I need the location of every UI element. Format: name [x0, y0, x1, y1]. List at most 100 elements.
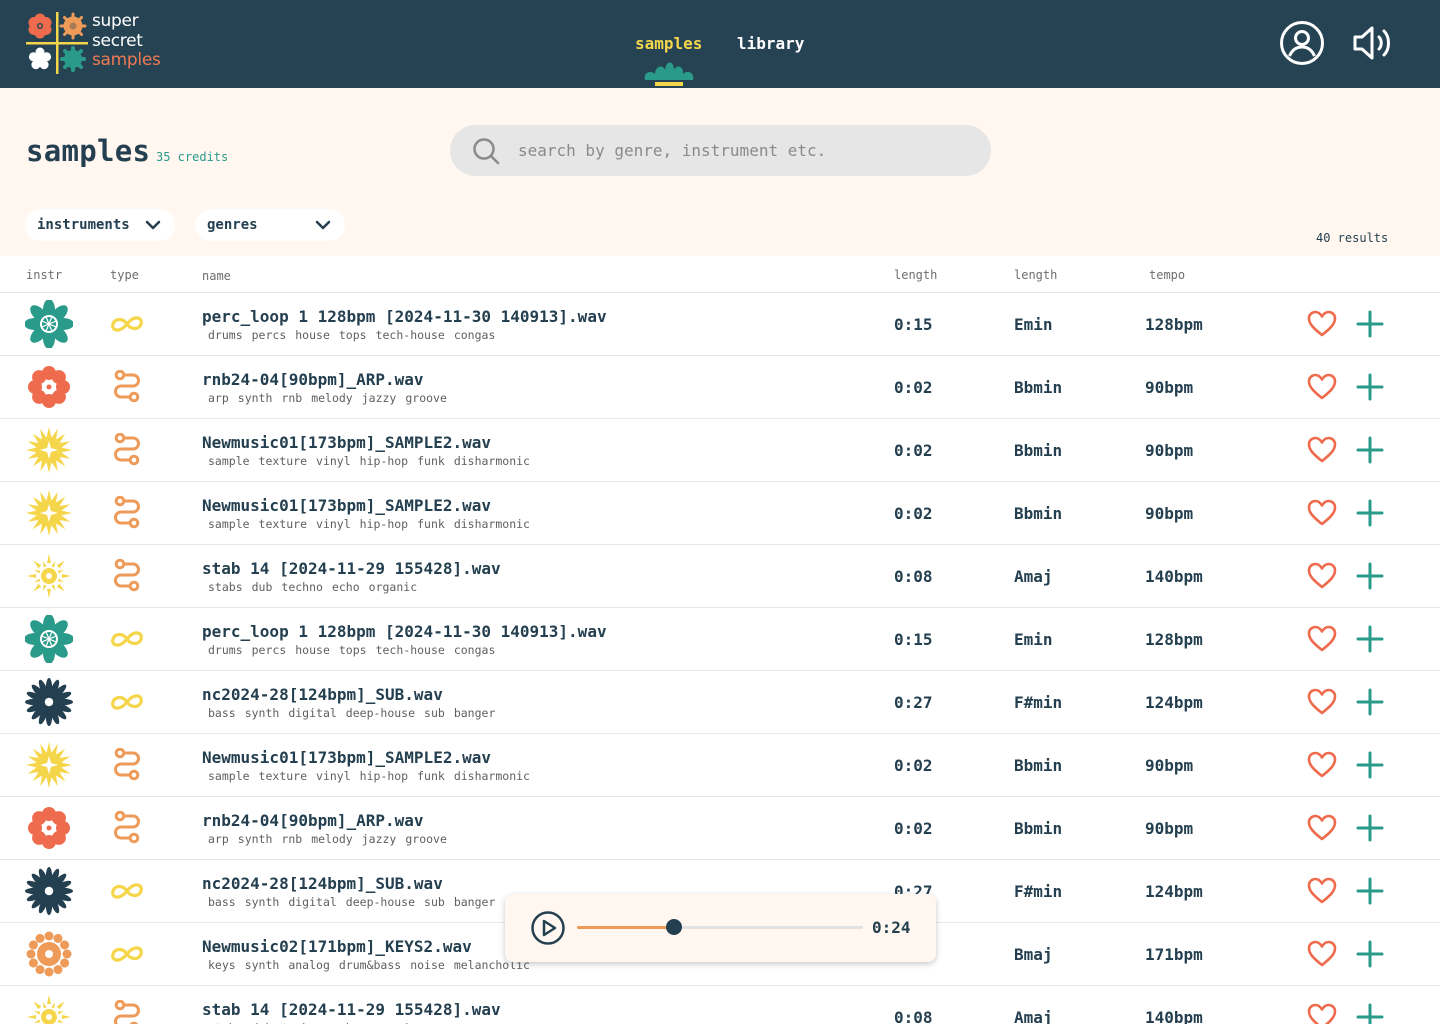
genres-dropdown[interactable]: genres [195, 209, 345, 241]
add-to-library-icon[interactable] [1356, 436, 1384, 464]
sample-tag[interactable]: house [295, 328, 330, 342]
sample-tag[interactable]: synth [245, 895, 280, 909]
add-to-library-icon[interactable] [1356, 625, 1384, 653]
sample-tag[interactable]: digital [288, 706, 336, 720]
add-to-library-icon[interactable] [1356, 562, 1384, 590]
sample-tag[interactable]: rnb [281, 391, 302, 405]
sample-tag[interactable]: arp [208, 832, 229, 846]
sample-tag[interactable]: deep-house [346, 706, 415, 720]
sample-tag[interactable]: synth [238, 832, 273, 846]
favorite-heart-icon[interactable] [1307, 1003, 1337, 1024]
favorite-heart-icon[interactable] [1307, 436, 1337, 464]
sample-tag[interactable]: texture [259, 769, 307, 783]
sample-tag[interactable]: jazzy [362, 391, 397, 405]
profile-icon[interactable] [1279, 20, 1325, 66]
volume-icon[interactable] [1350, 20, 1396, 66]
sample-tag[interactable]: vinyl [316, 769, 351, 783]
favorite-heart-icon[interactable] [1307, 625, 1337, 653]
sample-tag[interactable]: digital [288, 895, 336, 909]
sample-tag[interactable]: texture [259, 517, 307, 531]
sample-tag[interactable]: bass [208, 895, 236, 909]
add-to-library-icon[interactable] [1356, 940, 1384, 968]
favorite-heart-icon[interactable] [1307, 814, 1337, 842]
sample-tag[interactable]: banger [454, 706, 496, 720]
sample-name[interactable]: Newmusic02[171bpm]_KEYS2.wav [202, 937, 472, 956]
column-header-tempo[interactable]: tempo [1149, 268, 1185, 282]
sample-tag[interactable]: hip-hop [360, 454, 408, 468]
favorite-heart-icon[interactable] [1307, 373, 1337, 401]
sample-name[interactable]: rnb24-04[90bpm]_ARP.wav [202, 811, 424, 830]
column-header-length[interactable]: length [894, 268, 937, 282]
add-to-library-icon[interactable] [1356, 499, 1384, 527]
sample-name[interactable]: stab 14 [2024-11-29 155428].wav [202, 1000, 501, 1019]
table-row[interactable]: rnb24-04[90bpm]_ARP.wav arp synth rnb melody… [0, 796, 1440, 859]
add-to-library-icon[interactable] [1356, 373, 1384, 401]
sample-tag[interactable]: tops [339, 328, 367, 342]
table-row[interactable]: Newmusic01[173bpm]_SAMPLE2.wavsample text… [0, 481, 1440, 544]
sample-tag[interactable]: sample [208, 517, 250, 531]
sample-tag[interactable]: deep-house [346, 895, 415, 909]
sample-tag[interactable]: sub [424, 895, 445, 909]
sample-tag[interactable]: funk [417, 769, 445, 783]
table-row[interactable]: stab 14 [2024-11-29 155428].wavstabsdubt… [0, 985, 1440, 1024]
table-row[interactable]: stab 14 [2024-11-29 155428].wavstabsdubt… [0, 544, 1440, 607]
sample-name[interactable]: perc_loop 1 128bpm [2024-11-30 140913].w… [202, 307, 607, 326]
sample-tag[interactable]: melody [311, 391, 353, 405]
sample-tag[interactable]: stabs [208, 580, 243, 594]
sample-name[interactable]: Newmusic01[173bpm]_SAMPLE2.wav [202, 496, 491, 515]
sample-tag[interactable]: congas [454, 328, 496, 342]
sample-tag[interactable]: drum&bass [339, 958, 401, 972]
sample-tag[interactable]: synth [245, 958, 280, 972]
sample-tag[interactable]: sample [208, 454, 250, 468]
add-to-library-icon[interactable] [1356, 751, 1384, 779]
column-header-instr[interactable]: instr [26, 268, 62, 282]
sample-tag[interactable]: bass [208, 706, 236, 720]
sample-tag[interactable]: vinyl [316, 517, 351, 531]
sample-name[interactable]: stab 14 [2024-11-29 155428].wav [202, 559, 501, 578]
table-row[interactable]: perc_loop 1 128bpm [2024-11-30 140913].w… [0, 607, 1440, 670]
sample-tag[interactable]: texture [259, 454, 307, 468]
sample-name[interactable]: rnb24-04[90bpm]_ARP.wav [202, 370, 424, 389]
favorite-heart-icon[interactable] [1307, 877, 1337, 905]
sample-tag[interactable]: tech-house [376, 643, 445, 657]
sample-tag[interactable]: percs [252, 643, 287, 657]
favorite-heart-icon[interactable] [1307, 940, 1337, 968]
search-bar[interactable] [450, 125, 991, 176]
brand-logo[interactable]: super secret samples [26, 11, 166, 76]
sample-tag[interactable]: groove [405, 832, 447, 846]
sample-tag[interactable]: disharmonic [454, 454, 530, 468]
table-row[interactable]: perc_loop 1 128bpm [2024-11-30 140913].w… [0, 292, 1440, 355]
sample-tag[interactable]: keys [208, 958, 236, 972]
sample-tag[interactable]: dub [252, 580, 273, 594]
favorite-heart-icon[interactable] [1307, 499, 1337, 527]
sample-tag[interactable]: arp [208, 391, 229, 405]
sample-tag[interactable]: hip-hop [360, 517, 408, 531]
column-header-type[interactable]: type [110, 268, 139, 282]
sample-tag[interactable]: house [295, 643, 330, 657]
sample-tag[interactable]: echo [332, 580, 360, 594]
sample-tag[interactable]: disharmonic [454, 517, 530, 531]
sample-name[interactable]: nc2024-28[124bpm]_SUB.wav [202, 685, 443, 704]
sample-name[interactable]: perc_loop 1 128bpm [2024-11-30 140913].w… [202, 622, 607, 641]
table-row[interactable]: Newmusic01[173bpm]_SAMPLE2.wav sample text… [0, 733, 1440, 796]
sample-tag[interactable]: hip-hop [360, 769, 408, 783]
sample-tag[interactable]: groove [405, 391, 447, 405]
sample-tag[interactable]: funk [417, 517, 445, 531]
sample-tag[interactable]: drums [208, 643, 243, 657]
add-to-library-icon[interactable] [1356, 310, 1384, 338]
sample-name[interactable]: nc2024-28[124bpm]_SUB.wav [202, 874, 443, 893]
play-icon[interactable] [530, 910, 566, 946]
favorite-heart-icon[interactable] [1307, 688, 1337, 716]
playback-progress-bar[interactable] [577, 919, 863, 935]
favorite-heart-icon[interactable] [1307, 562, 1337, 590]
sample-tag[interactable]: banger [454, 895, 496, 909]
sample-tag[interactable]: sub [424, 706, 445, 720]
sample-tag[interactable]: congas [454, 643, 496, 657]
table-row[interactable]: rnb24-04[90bpm]_ARP.wav arp synth rnb melody… [0, 355, 1440, 418]
favorite-heart-icon[interactable] [1307, 310, 1337, 338]
sample-tag[interactable]: rnb [281, 832, 302, 846]
sample-tag[interactable]: noise [410, 958, 445, 972]
sample-tag[interactable]: sample [208, 769, 250, 783]
search-input[interactable] [518, 138, 958, 162]
add-to-library-icon[interactable] [1356, 1003, 1384, 1024]
